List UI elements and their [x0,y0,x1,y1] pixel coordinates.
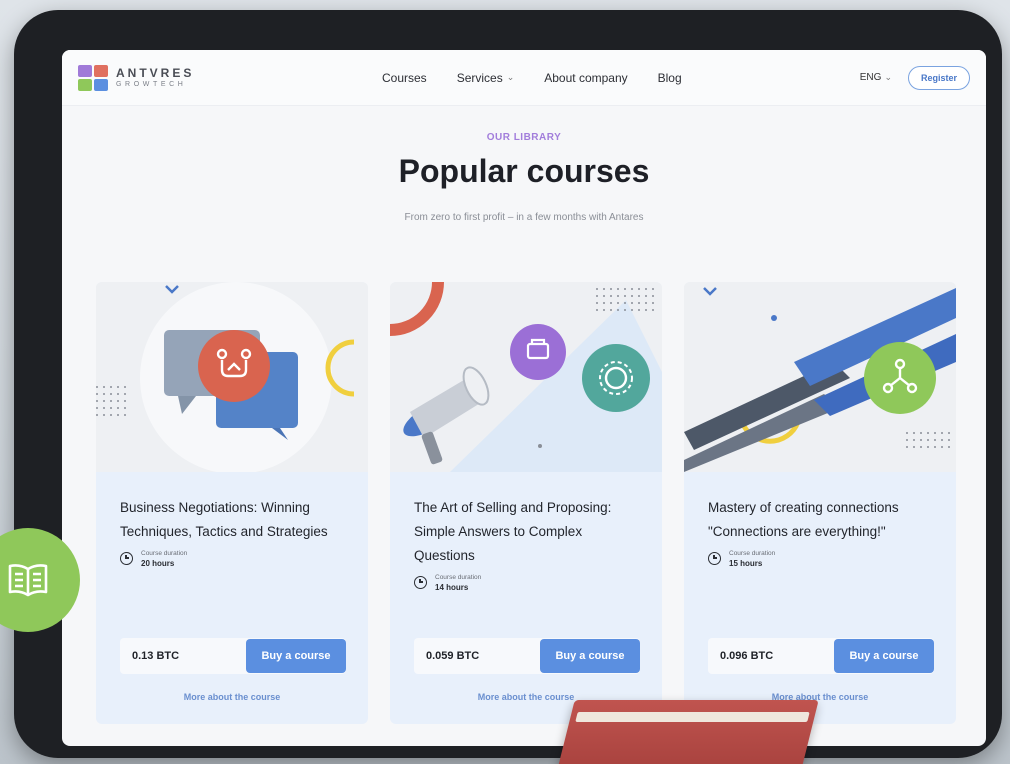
section-eyebrow: OUR LIBRARY [486,132,562,143]
purchase-row: 0.13 BTC Buy a course [120,638,346,674]
logo-name: ANTVRES [116,66,195,80]
main-nav: Courses Services ⌄ About company Blog [382,71,682,85]
nav-courses-label: Courses [382,70,427,85]
site-header: ANTVRES GROWTECH Courses Services ⌄ Abou… [62,50,986,106]
buy-course-button[interactable]: Buy a course [540,639,640,673]
register-button[interactable]: Register [907,65,970,90]
page-title: Popular courses [398,153,650,189]
dots-decoration [96,386,126,416]
course-card: Business Negotiations: Winning Technique… [96,282,368,724]
duration-value: 15 hours [729,559,763,568]
nav-blog[interactable]: Blog [658,71,682,85]
course-duration: Course duration 15 hours [708,550,932,568]
section-subtitle: From zero to first profit – in a few mon… [404,212,644,223]
language-selector[interactable]: ENG ⌄ [860,72,892,83]
course-price: 0.059 BTC [426,650,480,662]
dots-decoration [906,432,950,448]
course-title: Business Negotiations: Winning Technique… [120,500,328,539]
book-decoration [557,700,819,764]
clock-icon [120,552,133,565]
logo[interactable]: ANTVRES GROWTECH [78,64,378,91]
purchase-row: 0.096 BTC Buy a course [708,638,934,674]
course-duration: Course duration 14 hours [414,574,638,592]
course-title: The Art of Selling and Proposing: Simple… [414,500,612,563]
nav-courses[interactable]: Courses [382,71,427,85]
buy-course-button[interactable]: Buy a course [834,639,934,673]
course-illustration [96,282,368,472]
course-card: Mastery of creating connections "Connect… [684,282,956,724]
duration-value: 20 hours [141,559,175,568]
browser-screen: ANTVRES GROWTECH Courses Services ⌄ Abou… [62,50,986,746]
tablet-frame: ANTVRES GROWTECH Courses Services ⌄ Abou… [14,10,1002,758]
courses-section-header: OUR LIBRARY Popular courses From zero to… [62,106,986,223]
duration-label: Course duration [435,574,482,581]
course-illustration [390,282,662,472]
course-title: Mastery of creating connections "Connect… [708,500,899,539]
course-duration: Course duration 20 hours [120,550,344,568]
purchase-row: 0.059 BTC Buy a course [414,638,640,674]
course-illustration [684,282,956,472]
duration-label: Course duration [141,550,188,557]
more-about-course-link[interactable]: More about the course [96,692,368,702]
nav-services[interactable]: Services ⌄ [457,71,515,85]
clock-icon [414,576,427,589]
course-cards: Business Negotiations: Winning Technique… [96,282,956,724]
duration-value: 14 hours [435,583,469,592]
open-book-icon [8,564,48,597]
chevron-down-icon: ⌄ [884,72,892,82]
logo-mark-icon [78,64,108,91]
chevron-down-icon: ⌄ [506,72,515,82]
nav-services-label: Services [456,70,503,85]
logo-subtitle: GROWTECH [116,81,187,88]
nav-blog-label: Blog [657,70,682,85]
course-price: 0.096 BTC [720,650,774,662]
clock-icon [708,552,721,565]
dots-decoration [596,288,654,311]
course-card: The Art of Selling and Proposing: Simple… [390,282,662,724]
nav-about-label: About company [544,70,628,85]
buy-course-button[interactable]: Buy a course [246,639,346,673]
duration-label: Course duration [729,550,776,557]
course-price: 0.13 BTC [132,650,180,662]
nav-about-company[interactable]: About company [544,71,627,85]
language-label: ENG [859,72,882,83]
